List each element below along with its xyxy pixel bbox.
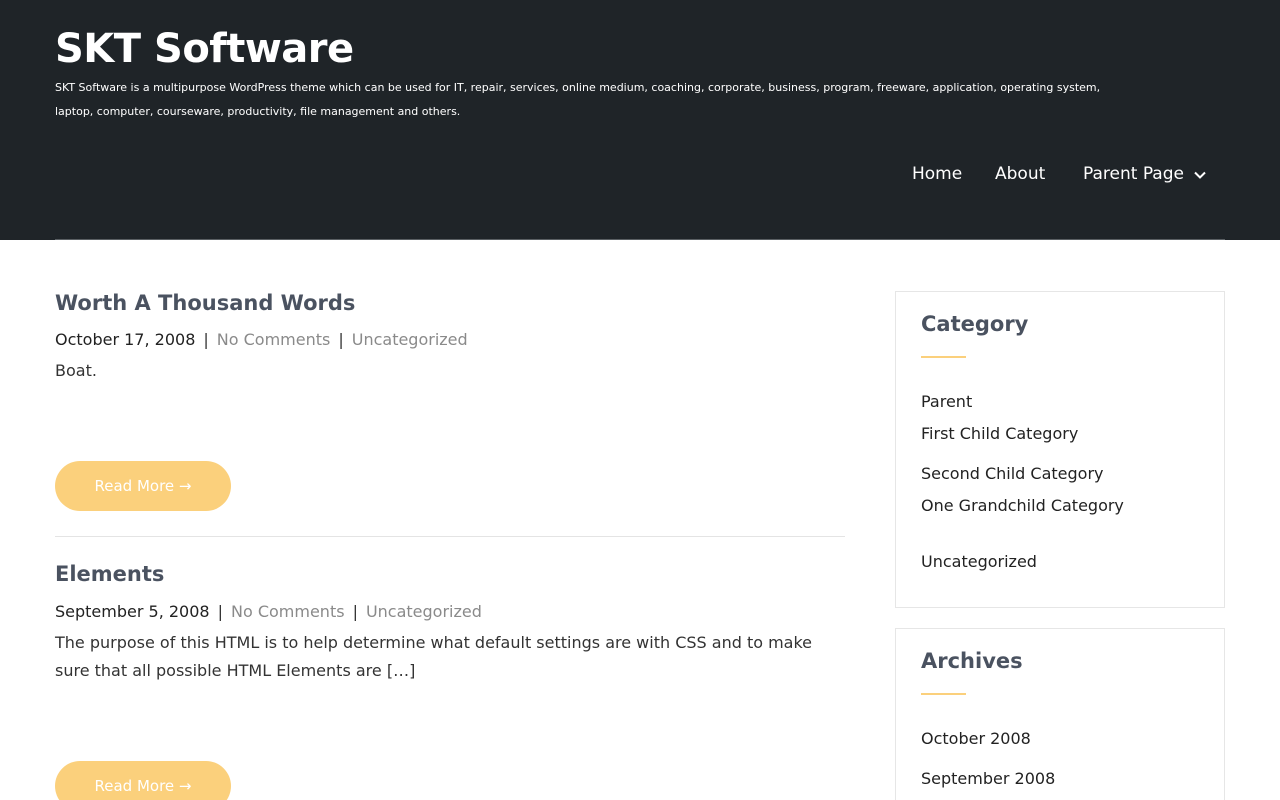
read-more-button[interactable]: Read More → — [55, 761, 231, 800]
site-description: SKT Software is a multipurpose WordPress… — [55, 81, 1101, 118]
post-title[interactable]: Elements — [55, 562, 164, 586]
site-title[interactable]: SKT Software — [55, 26, 354, 72]
nav-item-parent-page[interactable]: Parent Page — [1083, 164, 1184, 184]
meta-separator: | — [217, 602, 223, 621]
post-meta: September 5, 2008 | No Comments | Uncategori… — [55, 602, 482, 621]
archive-link[interactable]: September 2008 — [921, 769, 1055, 788]
widget-title-underline — [921, 693, 966, 695]
post-excerpt: The purpose of this HTML is to help dete… — [55, 633, 813, 680]
post-meta: October 17, 2008 | No Comments | Uncategoriz… — [55, 330, 468, 349]
archives-widget: Archives October 2008 September 2008 — [895, 628, 1225, 800]
meta-separator: | — [338, 330, 344, 349]
site-header: SKT Software SKT Software is a multipurp… — [0, 0, 1280, 240]
widget-title: Archives — [921, 649, 1023, 673]
post-divider — [55, 536, 845, 537]
post-comments-link[interactable]: No Comments — [217, 330, 331, 349]
category-link[interactable]: One Grandchild Category — [921, 496, 1124, 515]
post-category-link[interactable]: Uncategorized — [352, 330, 468, 349]
nav-item-home[interactable]: Home — [912, 164, 962, 184]
meta-separator: | — [352, 602, 358, 621]
category-link[interactable]: Second Child Category — [921, 464, 1104, 483]
meta-separator: | — [203, 330, 209, 349]
archive-link[interactable]: October 2008 — [921, 729, 1031, 748]
category-link[interactable]: First Child Category — [921, 424, 1078, 443]
category-widget: Category Parent First Child Category Sec… — [895, 291, 1225, 608]
post-title[interactable]: Worth A Thousand Words — [55, 291, 355, 315]
post-date[interactable]: September 5, 2008 — [55, 602, 210, 621]
widget-title: Category — [921, 312, 1029, 336]
post-category-link[interactable]: Uncategorized — [366, 602, 482, 621]
category-link[interactable]: Uncategorized — [921, 552, 1037, 571]
category-link[interactable]: Parent — [921, 392, 972, 411]
post-excerpt: Boat. — [55, 361, 97, 380]
chevron-down-icon[interactable] — [1193, 168, 1207, 182]
post-date[interactable]: October 17, 2008 — [55, 330, 195, 349]
widget-title-underline — [921, 356, 966, 358]
nav-item-about[interactable]: About — [995, 164, 1045, 184]
main-nav: Home About Parent Page — [0, 164, 1280, 192]
read-more-button[interactable]: Read More → — [55, 461, 231, 511]
post-comments-link[interactable]: No Comments — [231, 602, 345, 621]
header-divider — [55, 239, 1225, 240]
